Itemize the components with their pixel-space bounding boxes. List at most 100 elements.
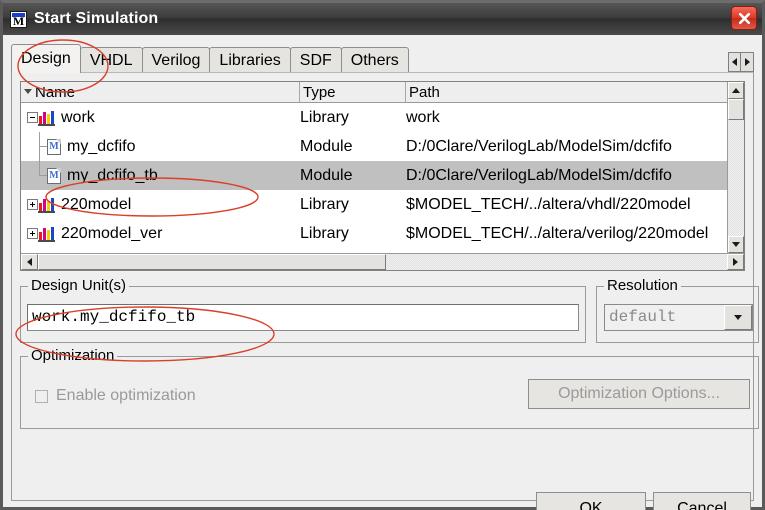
vertical-scroll-track[interactable]	[728, 99, 744, 236]
tree-cell-name: M my_dcfifo	[21, 132, 300, 161]
tree-cell-type: Module	[300, 137, 353, 155]
arrow-left-icon	[27, 258, 32, 266]
table-row[interactable]: M my_dcfifo Module D:/0Clare/VerilogLab/…	[21, 132, 727, 161]
tree-cell-path: $MODEL_TECH/../altera/verilog/220model	[406, 224, 709, 242]
tab-design[interactable]: Design	[11, 44, 81, 73]
tab-libraries[interactable]: Libraries	[209, 47, 291, 73]
module-icon: M	[47, 138, 61, 155]
tree-cell-type: Module	[300, 166, 353, 184]
tab-sdf[interactable]: SDF	[289, 47, 342, 73]
tree-expander-collapse[interactable]	[27, 112, 38, 123]
design-units-legend: Design Unit(s)	[28, 277, 130, 294]
close-icon[interactable]	[731, 6, 757, 30]
tree-top-area: Name Type Path work Library work M my_dc…	[21, 82, 744, 253]
arrow-down-icon	[732, 242, 740, 247]
design-tab-panel: Name Type Path work Library work M my_dc…	[11, 72, 759, 501]
chevron-down-icon[interactable]	[724, 305, 752, 330]
dialog-client-area: Design VHDL Verilog Libraries SDF Others	[3, 35, 762, 510]
arrow-up-icon	[732, 88, 740, 93]
enable-optimization-label: Enable optimization	[56, 387, 196, 404]
tree-cell-path: work	[406, 108, 440, 126]
horizontal-scroll-track[interactable]	[38, 254, 727, 270]
tree-row-label: 220model	[61, 195, 132, 213]
scroll-left-button[interactable]	[21, 254, 38, 270]
arrow-right-icon	[733, 258, 738, 266]
column-header-type[interactable]: Type	[300, 82, 406, 102]
tree-rows: work Library work M my_dcfifo Module D:/…	[21, 103, 727, 253]
tab-verilog[interactable]: Verilog	[141, 47, 211, 73]
tree-cell-path: $MODEL_TECH/../altera/vhdl/220model	[406, 195, 691, 213]
library-icon	[38, 197, 55, 213]
arrow-left-glyph	[732, 58, 737, 66]
tree-column-headers: Name Type Path	[21, 82, 727, 103]
resolution-group: Resolution default	[596, 277, 759, 343]
scroll-right-button[interactable]	[727, 254, 744, 270]
title-bar: M Start Simulation	[3, 3, 762, 35]
column-header-path-label: Path	[409, 83, 440, 101]
column-header-name[interactable]: Name	[21, 82, 300, 102]
arrow-right-glyph	[744, 58, 750, 66]
tree-row-label: my_dcfifo_tb	[67, 166, 158, 184]
tree-row-my_dcfifo_tb[interactable]: M my_dcfifo_tb Module D:/0Clare/VerilogL…	[21, 161, 727, 190]
tree-row-label: 220model_ver	[61, 224, 163, 242]
tree-cell-name: 220model_ver	[21, 225, 300, 243]
tree-row-label: my_dcfifo	[67, 137, 136, 155]
design-tree[interactable]: Name Type Path work Library work M my_dc…	[20, 81, 745, 271]
chevron-left-icon[interactable]	[728, 52, 741, 72]
chevron-right-icon[interactable]	[741, 52, 754, 72]
tree-cell-name: 220model	[21, 196, 300, 214]
column-header-name-label: Name	[35, 83, 76, 101]
tree-row-label: work	[61, 108, 95, 126]
screenshot-root: M Start Simulation Design VHDL Verilog L…	[0, 0, 765, 510]
ok-button[interactable]: OK	[536, 492, 646, 510]
vertical-scroll-thumb[interactable]	[728, 99, 744, 120]
tree-cell-type: Library	[300, 195, 349, 213]
cancel-button[interactable]: Cancel	[653, 492, 751, 510]
arrow-down-glyph	[734, 315, 742, 320]
design-units-field[interactable]: work.my_dcfifo_tb	[27, 304, 579, 331]
tree-horizontal-scrollbar[interactable]	[21, 253, 744, 270]
tree-main: Name Type Path work Library work M my_dc…	[21, 82, 727, 253]
resolution-select[interactable]: default	[604, 304, 753, 331]
tab-design-label: Design	[21, 50, 71, 67]
tab-libraries-label: Libraries	[219, 51, 281, 69]
tab-bar: Design VHDL Verilog Libraries SDF Others	[11, 43, 754, 73]
optimization-group: Optimization Enable optimization Optimiz…	[20, 347, 759, 429]
optimization-options-button[interactable]: Optimization Options...	[528, 379, 750, 409]
tree-expander-expand[interactable]	[27, 199, 38, 210]
tree-cell-type: Library	[300, 108, 349, 126]
library-icon	[38, 110, 55, 126]
optimization-legend: Optimization	[28, 347, 118, 364]
tree-elbow	[33, 132, 47, 161]
tab-vhdl[interactable]: VHDL	[79, 47, 143, 73]
enable-optimization-checkbox[interactable]	[35, 389, 48, 403]
column-header-path[interactable]: Path	[406, 82, 727, 102]
tree-vertical-scrollbar[interactable]	[727, 82, 744, 253]
table-row[interactable]: 220model Library $MODEL_TECH/../altera/v…	[21, 190, 727, 219]
start-simulation-dialog: M Start Simulation Design VHDL Verilog L…	[0, 0, 765, 510]
module-icon: M	[47, 167, 61, 184]
tree-cell-type: Library	[300, 224, 349, 242]
tree-expander-expand[interactable]	[27, 228, 38, 239]
resolution-value: default	[609, 308, 677, 326]
resolution-legend: Resolution	[604, 277, 681, 294]
scroll-down-button[interactable]	[728, 236, 744, 253]
design-units-group: Design Unit(s) work.my_dcfifo_tb	[20, 277, 586, 343]
column-header-type-label: Type	[303, 83, 336, 101]
tab-sdf-label: SDF	[299, 51, 332, 69]
window-title: Start Simulation	[34, 10, 159, 27]
tab-scroll-buttons	[728, 52, 754, 72]
library-icon	[38, 226, 55, 242]
tab-others[interactable]: Others	[340, 47, 409, 73]
table-row[interactable]: work Library work	[21, 103, 727, 132]
tab-verilog-label: Verilog	[151, 51, 201, 69]
tree-cell-path: D:/0Clare/VerilogLab/ModelSim/dcfifo	[406, 166, 672, 184]
sort-caret-icon	[24, 89, 32, 94]
tree-cell-name: M my_dcfifo_tb	[21, 161, 300, 190]
table-row[interactable]: 220model_ver Library $MODEL_TECH/../alte…	[21, 219, 727, 248]
horizontal-scroll-thumb[interactable]	[38, 254, 386, 270]
tree-cell-name: work	[21, 109, 300, 127]
tab-vhdl-label: VHDL	[89, 51, 133, 69]
enable-optimization-checkbox-row[interactable]: Enable optimization	[35, 387, 196, 405]
scroll-up-button[interactable]	[728, 82, 744, 99]
